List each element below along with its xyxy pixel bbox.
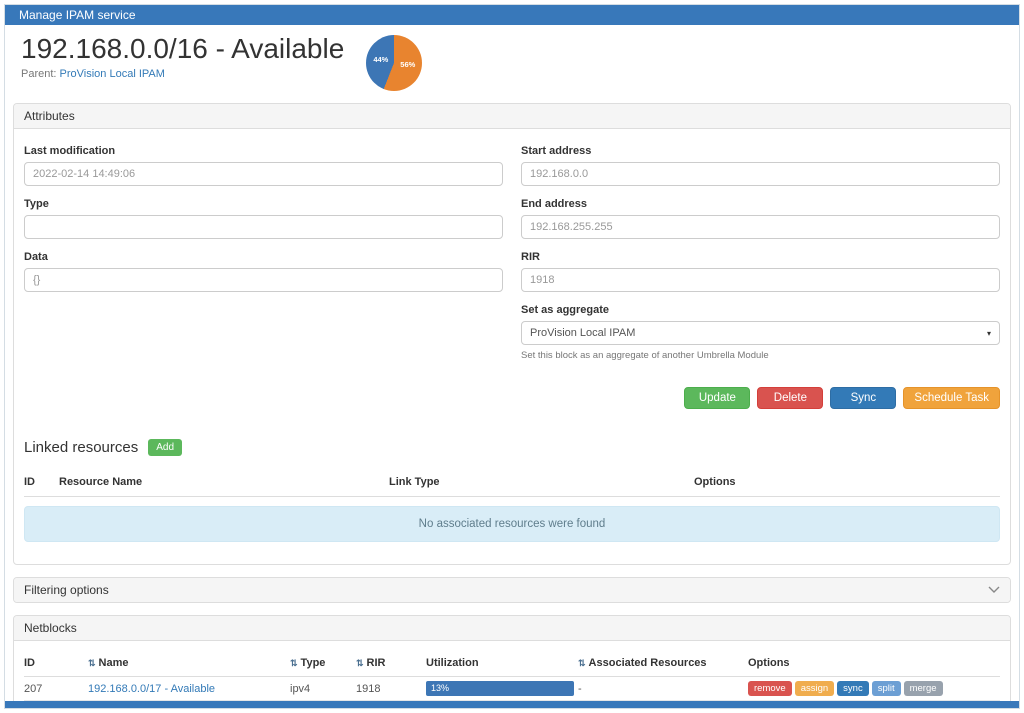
attributes-panel-body: Last modification Type Data [14,129,1010,564]
netblock-id: 207 [24,677,88,701]
nb-column-rir-label: RIR [367,657,386,669]
split-button[interactable]: split [872,681,901,696]
netblock-actions: remove assign sync split merge [748,681,996,696]
sort-icon: ⇅ [88,658,96,668]
start-address-field-group: Start address [521,145,1000,186]
parent-line: Parent: ProVision Local IPAM [21,68,344,80]
attributes-button-row: Update Delete Sync Schedule Task [24,387,1000,409]
attributes-panel: Attributes Last modification Type Da [13,103,1011,565]
remove-button[interactable]: remove [748,681,792,696]
aggregate-label: Set as aggregate [521,304,1000,316]
data-label: Data [24,251,503,263]
footer-bar [5,701,1019,708]
netblocks-panel-header: Netblocks [14,616,1010,641]
nb-column-type[interactable]: ⇅Type [290,649,356,677]
parent-link[interactable]: ProVision Local IPAM [60,68,165,80]
titlebar-text: Manage IPAM service [19,8,136,22]
data-field-group: Data [24,251,503,292]
merge-button[interactable]: merge [904,681,943,696]
filtering-options-header[interactable]: Filtering options [14,578,1010,602]
linked-resources-title: Linked resources [24,439,138,456]
netblock-type: ipv4 [290,677,356,701]
aggregate-selected-value: ProVision Local IPAM [530,327,635,339]
sync-button[interactable]: Sync [830,387,896,409]
aggregate-select[interactable]: ProVision Local IPAM ▾ [521,321,1000,345]
lr-column-link-type: Link Type [389,472,694,497]
lr-column-resource-name: Resource Name [59,472,389,497]
nb-column-utilization: Utilization [426,649,578,677]
filtering-options-title: Filtering options [24,583,109,597]
netblocks-header-row: ID ⇅Name ⇅Type ⇅RIR Utilization [24,649,1000,677]
start-address-label: Start address [521,145,1000,157]
netblock-associated: - [578,677,748,701]
type-input[interactable] [24,215,503,239]
aggregate-field-group: Set as aggregate ProVision Local IPAM ▾ … [521,304,1000,361]
last-modification-label: Last modification [24,145,503,157]
start-address-input[interactable] [521,162,1000,186]
delete-button[interactable]: Delete [757,387,823,409]
nb-column-type-label: Type [301,657,326,669]
utilization-bar-label: 13% [431,683,449,693]
end-address-field-group: End address [521,198,1000,239]
netblocks-table: ID ⇅Name ⇅Type ⇅RIR Utilization [24,649,1000,701]
nb-column-name-label: Name [99,657,129,669]
type-field-group: Type [24,198,503,239]
end-address-input[interactable] [521,215,1000,239]
pie-slice-label-44: 44% [373,55,388,64]
assign-button[interactable]: assign [795,681,834,696]
linked-resources-section: Linked resources Add ID Resource Name Li… [24,439,1000,542]
sort-icon: ⇅ [578,658,586,668]
titlebar: Manage IPAM service [5,5,1019,25]
filtering-options-panel: Filtering options [13,577,1011,603]
sort-icon: ⇅ [290,658,298,668]
nb-column-rir[interactable]: ⇅RIR [356,649,426,677]
main-content: 192.168.0.0/16 - Available Parent: ProVi… [5,25,1019,701]
page-title: 192.168.0.0/16 - Available [21,33,344,65]
nb-column-associated-label: Associated Resources [589,657,707,669]
linked-resources-header: Linked resources Add [24,439,1000,456]
linked-resources-table: ID Resource Name Link Type Options [24,472,1000,497]
netblock-row: 207 192.168.0.0/17 - Available ipv4 1918… [24,677,1000,701]
type-label: Type [24,198,503,210]
lr-column-options: Options [694,472,1000,497]
update-button[interactable]: Update [684,387,750,409]
nb-column-id: ID [24,649,88,677]
nb-column-options: Options [748,649,1000,677]
pie-slice-label-56: 56% [400,60,415,69]
netblocks-panel-body: ID ⇅Name ⇅Type ⇅RIR Utilization [14,641,1010,701]
rir-label: RIR [521,251,1000,263]
select-caret-icon: ▾ [987,329,991,338]
nb-column-name[interactable]: ⇅Name [88,649,290,677]
utilization-pie-chart: 44% 56% [366,35,422,91]
nb-column-associated[interactable]: ⇅Associated Resources [578,649,748,677]
attributes-left-column: Last modification Type Data [24,133,503,361]
rir-field-group: RIR [521,251,1000,292]
utilization-bar: 13% [426,681,574,696]
netblock-rir: 1918 [356,677,426,701]
schedule-task-button[interactable]: Schedule Task [903,387,1000,409]
sync-row-button[interactable]: sync [837,681,869,696]
aggregate-help-text: Set this block as an aggregate of anothe… [521,350,1000,361]
lr-column-id: ID [24,472,59,497]
parent-label: Parent: [21,68,56,80]
no-resources-alert: No associated resources were found [24,506,1000,542]
page-header-text: 192.168.0.0/16 - Available Parent: ProVi… [21,29,344,80]
data-input[interactable] [24,268,503,292]
sort-icon: ⇅ [356,658,364,668]
attributes-right-column: Start address End address RIR Set a [521,133,1000,361]
attributes-panel-header: Attributes [14,104,1010,129]
page-header: 192.168.0.0/16 - Available Parent: ProVi… [13,27,1011,91]
end-address-label: End address [521,198,1000,210]
chevron-down-icon[interactable] [988,586,1000,594]
netblocks-panel: Netblocks ID ⇅Name ⇅Type [13,615,1011,701]
linked-resources-header-row: ID Resource Name Link Type Options [24,472,1000,497]
last-modification-field-group: Last modification [24,145,503,186]
last-modification-input[interactable] [24,162,503,186]
netblock-link[interactable]: 192.168.0.0/17 - Available [88,683,215,695]
add-linked-resource-button[interactable]: Add [148,439,182,456]
attributes-form: Last modification Type Data [24,133,1000,361]
rir-input[interactable] [521,268,1000,292]
page: Manage IPAM service 192.168.0.0/16 - Ava… [4,4,1020,709]
